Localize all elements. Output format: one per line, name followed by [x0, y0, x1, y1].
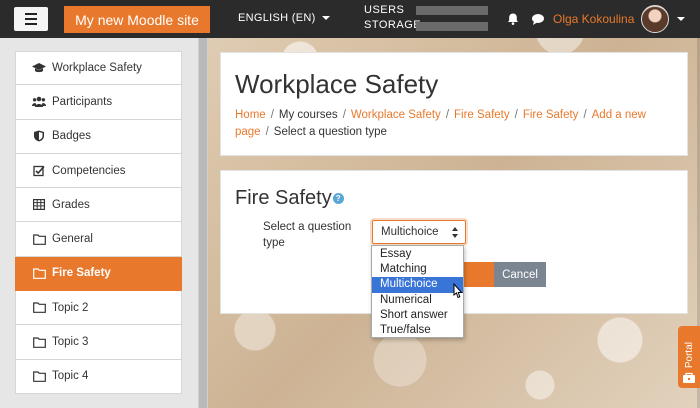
- breadcrumb-separator: /: [514, 109, 518, 121]
- question-type-label: Select a question type: [263, 221, 352, 249]
- caret-down-icon: [321, 16, 330, 21]
- breadcrumb-item[interactable]: Fire Safety: [523, 109, 579, 121]
- dropdown-option[interactable]: Short answer: [372, 308, 463, 323]
- folder-icon: [32, 336, 46, 348]
- usage-users-bar: [416, 6, 488, 15]
- shield-icon: [32, 130, 46, 142]
- course-nav-list: Workplace Safety Participants Badges Compet…: [15, 51, 182, 394]
- cancel-button[interactable]: Cancel: [494, 262, 546, 287]
- sidebar-item-label: Fire Safety: [52, 267, 111, 280]
- breadcrumb-item: My courses: [278, 109, 338, 121]
- sidebar-item-label: Competencies: [52, 164, 126, 177]
- page-header: Workplace Safety Home / My courses / Workpla…: [220, 52, 688, 156]
- folder-icon: [32, 267, 46, 279]
- breadcrumb-separator: /: [445, 109, 450, 121]
- section-title: Fire Safety?: [235, 187, 344, 210]
- sidebar-item-label: Topic 2: [52, 301, 89, 314]
- grid-icon: [32, 199, 46, 211]
- usage-storage-bar: [416, 22, 488, 31]
- sidebar-item-topic-4[interactable]: Topic 4: [15, 359, 182, 394]
- sidebar-item-topic-2[interactable]: Topic 2: [15, 291, 182, 326]
- users-icon: [32, 96, 46, 108]
- drawer-scrollbar[interactable]: [198, 38, 208, 408]
- sidebar-item-topic-3[interactable]: Topic 3: [15, 325, 182, 360]
- chat-icon[interactable]: [531, 12, 545, 26]
- caret-down-icon[interactable]: [677, 17, 685, 21]
- folder-icon: [32, 302, 46, 314]
- breadcrumb-separator: /: [270, 109, 274, 121]
- select-arrows-icon: [452, 227, 458, 238]
- sidebar-item-participants[interactable]: Participants: [15, 85, 182, 120]
- checkbox-icon: [32, 165, 46, 177]
- portal-tab[interactable]: Portal: [678, 326, 700, 388]
- sidebar-item-label: Participants: [52, 95, 113, 108]
- sidebar-item-label: Topic 3: [52, 336, 89, 349]
- sidebar-item-label: Workplace Safety: [52, 62, 142, 75]
- breadcrumb-item: Select a question type: [273, 126, 387, 138]
- sidebar-item-workplace-safety[interactable]: Workplace Safety: [15, 51, 182, 86]
- sidebar-item-badges[interactable]: Badges: [15, 119, 182, 154]
- sidebar-item-label: Badges: [52, 130, 92, 143]
- breadcrumb-item[interactable]: Home: [235, 109, 266, 121]
- top-navbar: My new Moodle site ENGLISH (EN) USERS ST…: [0, 0, 700, 38]
- folder-icon: [32, 370, 46, 382]
- sidebar-item-label: Grades: [52, 198, 90, 211]
- dropdown-option[interactable]: True/false: [372, 323, 463, 338]
- sidebar-item-grades[interactable]: Grades: [15, 188, 182, 223]
- site-name-link[interactable]: My new Moodle site: [64, 6, 210, 33]
- sidebar-item-general[interactable]: General: [15, 222, 182, 257]
- graduation-cap-icon: [32, 62, 46, 74]
- sidebar-item-competencies[interactable]: Competencies: [15, 153, 182, 189]
- select-value: Multichoice: [381, 226, 439, 238]
- language-menu[interactable]: ENGLISH (EN): [238, 12, 330, 24]
- nav-drawer: Workplace Safety Participants Badges Compet…: [0, 38, 208, 408]
- dropdown-option[interactable]: Essay: [372, 247, 463, 262]
- breadcrumb: Home / My courses / Workplace Safety / Fire Sa…: [235, 107, 685, 141]
- help-icon[interactable]: ?: [332, 193, 344, 205]
- breadcrumb-separator: /: [342, 109, 346, 121]
- mouse-cursor-icon: [453, 283, 463, 299]
- usage-users-label: USERS: [364, 4, 405, 16]
- breadcrumb-item[interactable]: Fire Safety: [454, 109, 510, 121]
- folder-icon: [32, 233, 46, 245]
- bell-icon[interactable]: [506, 12, 520, 26]
- usage-storage-label: STORAGE: [364, 19, 422, 31]
- avatar[interactable]: [641, 5, 669, 33]
- sidebar-item-label: General: [52, 233, 93, 246]
- breadcrumb-separator: /: [583, 109, 587, 121]
- menu-toggle-button[interactable]: [14, 7, 48, 31]
- sidebar-item-label: Topic 4: [52, 370, 89, 383]
- dropdown-option[interactable]: Matching: [372, 262, 463, 277]
- page-title: Workplace Safety: [235, 69, 439, 99]
- sidebar-item-fire-safety[interactable]: Fire Safety: [15, 256, 182, 292]
- language-label: ENGLISH (EN): [238, 12, 316, 24]
- hamburger-icon: [25, 13, 37, 15]
- breadcrumb-item[interactable]: Workplace Safety: [351, 109, 441, 121]
- portal-icon: [683, 372, 695, 383]
- portal-label: Portal: [683, 341, 695, 368]
- question-type-select[interactable]: Multichoice: [372, 220, 466, 244]
- breadcrumb-separator: /: [265, 126, 269, 138]
- user-name[interactable]: Olga Kokoulina: [553, 12, 634, 26]
